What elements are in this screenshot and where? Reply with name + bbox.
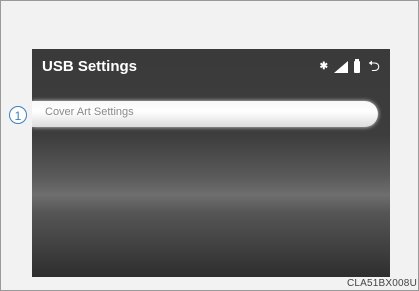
- figure-frame: USB Settings ✱ ⮌ Cover Art Settings 1 CL…: [0, 0, 419, 291]
- status-bar: ✱ ⮌: [320, 59, 380, 75]
- callout-marker: 1: [9, 106, 27, 124]
- cover-art-settings-button[interactable]: Cover Art Settings: [32, 101, 378, 127]
- figure-caption: CLA51BX008U: [346, 278, 417, 289]
- usb-settings-screen: USB Settings ✱ ⮌ Cover Art Settings: [32, 49, 390, 277]
- signal-strength-icon: [333, 61, 348, 73]
- screen-title: USB Settings: [42, 58, 138, 75]
- bluetooth-icon: ✱: [319, 61, 328, 72]
- battery-icon: [353, 59, 360, 73]
- cover-art-settings-label: Cover Art Settings: [45, 106, 134, 118]
- back-icon[interactable]: ⮌: [368, 59, 380, 74]
